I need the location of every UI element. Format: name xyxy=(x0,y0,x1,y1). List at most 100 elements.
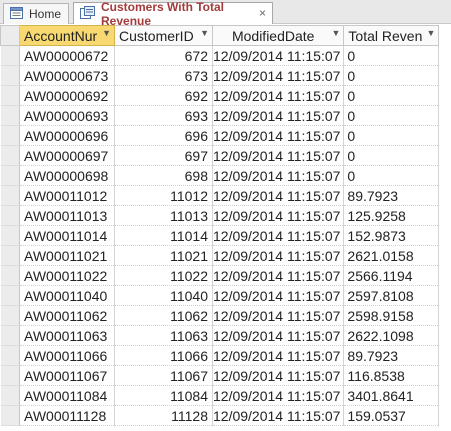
cell-totalrevenue[interactable]: 89.7923 xyxy=(343,185,440,206)
cell-totalrevenue[interactable]: 2566.1194 xyxy=(343,265,440,286)
cell-totalrevenue[interactable]: 125.9258 xyxy=(343,205,440,226)
cell-modifieddate[interactable]: 12/09/2014 11:15:07 xyxy=(212,405,345,426)
cell-accountnumber[interactable]: AW00000673 xyxy=(19,65,115,86)
record-selector[interactable] xyxy=(0,325,20,346)
cell-accountnumber[interactable]: AW00011040 xyxy=(19,285,115,306)
chevron-down-icon[interactable]: ▼ xyxy=(332,28,341,38)
cell-customerid[interactable]: 11013 xyxy=(114,205,213,226)
table-row[interactable]: AW00011022 11022 12/09/2014 11:15:07 2566.1… xyxy=(0,265,440,286)
cell-totalrevenue[interactable]: 0 xyxy=(343,45,440,66)
cell-modifieddate[interactable]: 12/09/2014 11:15:07 xyxy=(212,105,345,126)
cell-customerid[interactable]: 697 xyxy=(114,145,213,166)
cell-modifieddate[interactable]: 12/09/2014 11:15:07 xyxy=(212,205,345,226)
cell-accountnumber[interactable]: AW00011013 xyxy=(19,205,115,226)
cell-customerid[interactable]: 693 xyxy=(114,105,213,126)
cell-accountnumber[interactable]: AW00011063 xyxy=(19,325,115,346)
column-header-totalrevenue[interactable]: Total Reven ▼ xyxy=(343,25,440,46)
cell-totalrevenue[interactable]: 0 xyxy=(343,145,440,166)
cell-accountnumber[interactable]: AW00000698 xyxy=(19,165,115,186)
record-selector[interactable] xyxy=(0,265,20,286)
cell-modifieddate[interactable]: 12/09/2014 11:15:07 xyxy=(212,45,345,66)
cell-totalrevenue[interactable]: 2621.0158 xyxy=(343,245,440,266)
column-header-customerid[interactable]: CustomerID ▼ xyxy=(114,25,213,46)
table-row[interactable]: AW00000697 697 12/09/2014 11:15:07 0 xyxy=(0,145,440,166)
cell-accountnumber[interactable]: AW00000697 xyxy=(19,145,115,166)
table-row[interactable]: AW00011021 11021 12/09/2014 11:15:07 2621.0… xyxy=(0,245,440,266)
table-row[interactable]: AW00000672 672 12/09/2014 11:15:07 0 xyxy=(0,45,440,66)
record-selector[interactable] xyxy=(0,405,20,426)
record-selector[interactable] xyxy=(0,85,20,106)
table-row[interactable]: AW00011084 11084 12/09/2014 11:15:07 3401.8… xyxy=(0,385,440,406)
cell-customerid[interactable]: 11014 xyxy=(114,225,213,246)
cell-totalrevenue[interactable]: 116.8538 xyxy=(343,365,440,386)
cell-customerid[interactable]: 11067 xyxy=(114,365,213,386)
cell-accountnumber[interactable]: AW00000672 xyxy=(19,45,115,66)
cell-totalrevenue[interactable]: 152.9873 xyxy=(343,225,440,246)
cell-customerid[interactable]: 11084 xyxy=(114,385,213,406)
cell-customerid[interactable]: 672 xyxy=(114,45,213,66)
cell-modifieddate[interactable]: 12/09/2014 11:15:07 xyxy=(212,345,345,366)
cell-totalrevenue[interactable]: 0 xyxy=(343,105,440,126)
cell-modifieddate[interactable]: 12/09/2014 11:15:07 xyxy=(212,185,345,206)
chevron-down-icon[interactable]: ▼ xyxy=(102,28,111,38)
cell-accountnumber[interactable]: AW00011084 xyxy=(19,385,115,406)
record-selector[interactable] xyxy=(0,125,20,146)
cell-totalrevenue[interactable]: 0 xyxy=(343,65,440,86)
cell-modifieddate[interactable]: 12/09/2014 11:15:07 xyxy=(212,365,345,386)
cell-modifieddate[interactable]: 12/09/2014 11:15:07 xyxy=(212,125,345,146)
record-selector[interactable] xyxy=(0,145,20,166)
cell-customerid[interactable]: 11040 xyxy=(114,285,213,306)
cell-modifieddate[interactable]: 12/09/2014 11:15:07 xyxy=(212,85,345,106)
table-row[interactable]: AW00011040 11040 12/09/2014 11:15:07 2597.8… xyxy=(0,285,440,306)
cell-customerid[interactable]: 11066 xyxy=(114,345,213,366)
cell-accountnumber[interactable]: AW00011012 xyxy=(19,185,115,206)
cell-modifieddate[interactable]: 12/09/2014 11:15:07 xyxy=(212,225,345,246)
cell-modifieddate[interactable]: 12/09/2014 11:15:07 xyxy=(212,145,345,166)
cell-totalrevenue[interactable]: 2597.8108 xyxy=(343,285,440,306)
cell-accountnumber[interactable]: AW00011067 xyxy=(19,365,115,386)
table-row[interactable]: AW00000696 696 12/09/2014 11:15:07 0 xyxy=(0,125,440,146)
chevron-down-icon[interactable]: ▼ xyxy=(200,28,209,38)
cell-accountnumber[interactable]: AW00000693 xyxy=(19,105,115,126)
cell-accountnumber[interactable]: AW00011022 xyxy=(19,265,115,286)
cell-accountnumber[interactable]: AW00000692 xyxy=(19,85,115,106)
close-tab-icon[interactable]: × xyxy=(259,6,266,20)
record-selector[interactable] xyxy=(0,345,20,366)
cell-customerid[interactable]: 11063 xyxy=(114,325,213,346)
cell-modifieddate[interactable]: 12/09/2014 11:15:07 xyxy=(212,245,345,266)
cell-modifieddate[interactable]: 12/09/2014 11:15:07 xyxy=(212,325,345,346)
cell-modifieddate[interactable]: 12/09/2014 11:15:07 xyxy=(212,65,345,86)
table-row[interactable]: AW00011067 11067 12/09/2014 11:15:07 116.85… xyxy=(0,365,440,386)
record-selector[interactable] xyxy=(0,65,20,86)
record-selector[interactable] xyxy=(0,205,20,226)
chevron-down-icon[interactable]: ▼ xyxy=(427,28,436,38)
table-row[interactable]: AW00011128 11128 12/09/2014 11:15:07 159.05… xyxy=(0,405,440,426)
record-selector[interactable] xyxy=(0,225,20,246)
cell-customerid[interactable]: 11128 xyxy=(114,405,213,426)
tab-customers-with-total-revenue[interactable]: Customers With Total Revenue × xyxy=(73,0,273,28)
cell-totalrevenue[interactable]: 0 xyxy=(343,125,440,146)
cell-accountnumber[interactable]: AW00011066 xyxy=(19,345,115,366)
cell-modifieddate[interactable]: 12/09/2014 11:15:07 xyxy=(212,305,345,326)
select-all-cell[interactable] xyxy=(0,25,20,46)
cell-customerid[interactable]: 11012 xyxy=(114,185,213,206)
cell-accountnumber[interactable]: AW00000696 xyxy=(19,125,115,146)
record-selector[interactable] xyxy=(0,105,20,126)
cell-accountnumber[interactable]: AW00011021 xyxy=(19,245,115,266)
cell-customerid[interactable]: 698 xyxy=(114,165,213,186)
cell-totalrevenue[interactable]: 2598.9158 xyxy=(343,305,440,326)
record-selector[interactable] xyxy=(0,45,20,66)
cell-customerid[interactable]: 692 xyxy=(114,85,213,106)
cell-accountnumber[interactable]: AW00011014 xyxy=(19,225,115,246)
cell-totalrevenue[interactable]: 0 xyxy=(343,85,440,106)
record-selector[interactable] xyxy=(0,365,20,386)
table-row[interactable]: AW00011063 11063 12/09/2014 11:15:07 2622.1… xyxy=(0,325,440,346)
cell-customerid[interactable]: 673 xyxy=(114,65,213,86)
table-row[interactable]: AW00011012 11012 12/09/2014 11:15:07 89.792… xyxy=(0,185,440,206)
cell-totalrevenue[interactable]: 2622.1098 xyxy=(343,325,440,346)
cell-modifieddate[interactable]: 12/09/2014 11:15:07 xyxy=(212,265,345,286)
record-selector[interactable] xyxy=(0,245,20,266)
cell-customerid[interactable]: 11022 xyxy=(114,265,213,286)
cell-totalrevenue[interactable]: 89.7923 xyxy=(343,345,440,366)
tab-home[interactable]: Home xyxy=(3,3,69,24)
